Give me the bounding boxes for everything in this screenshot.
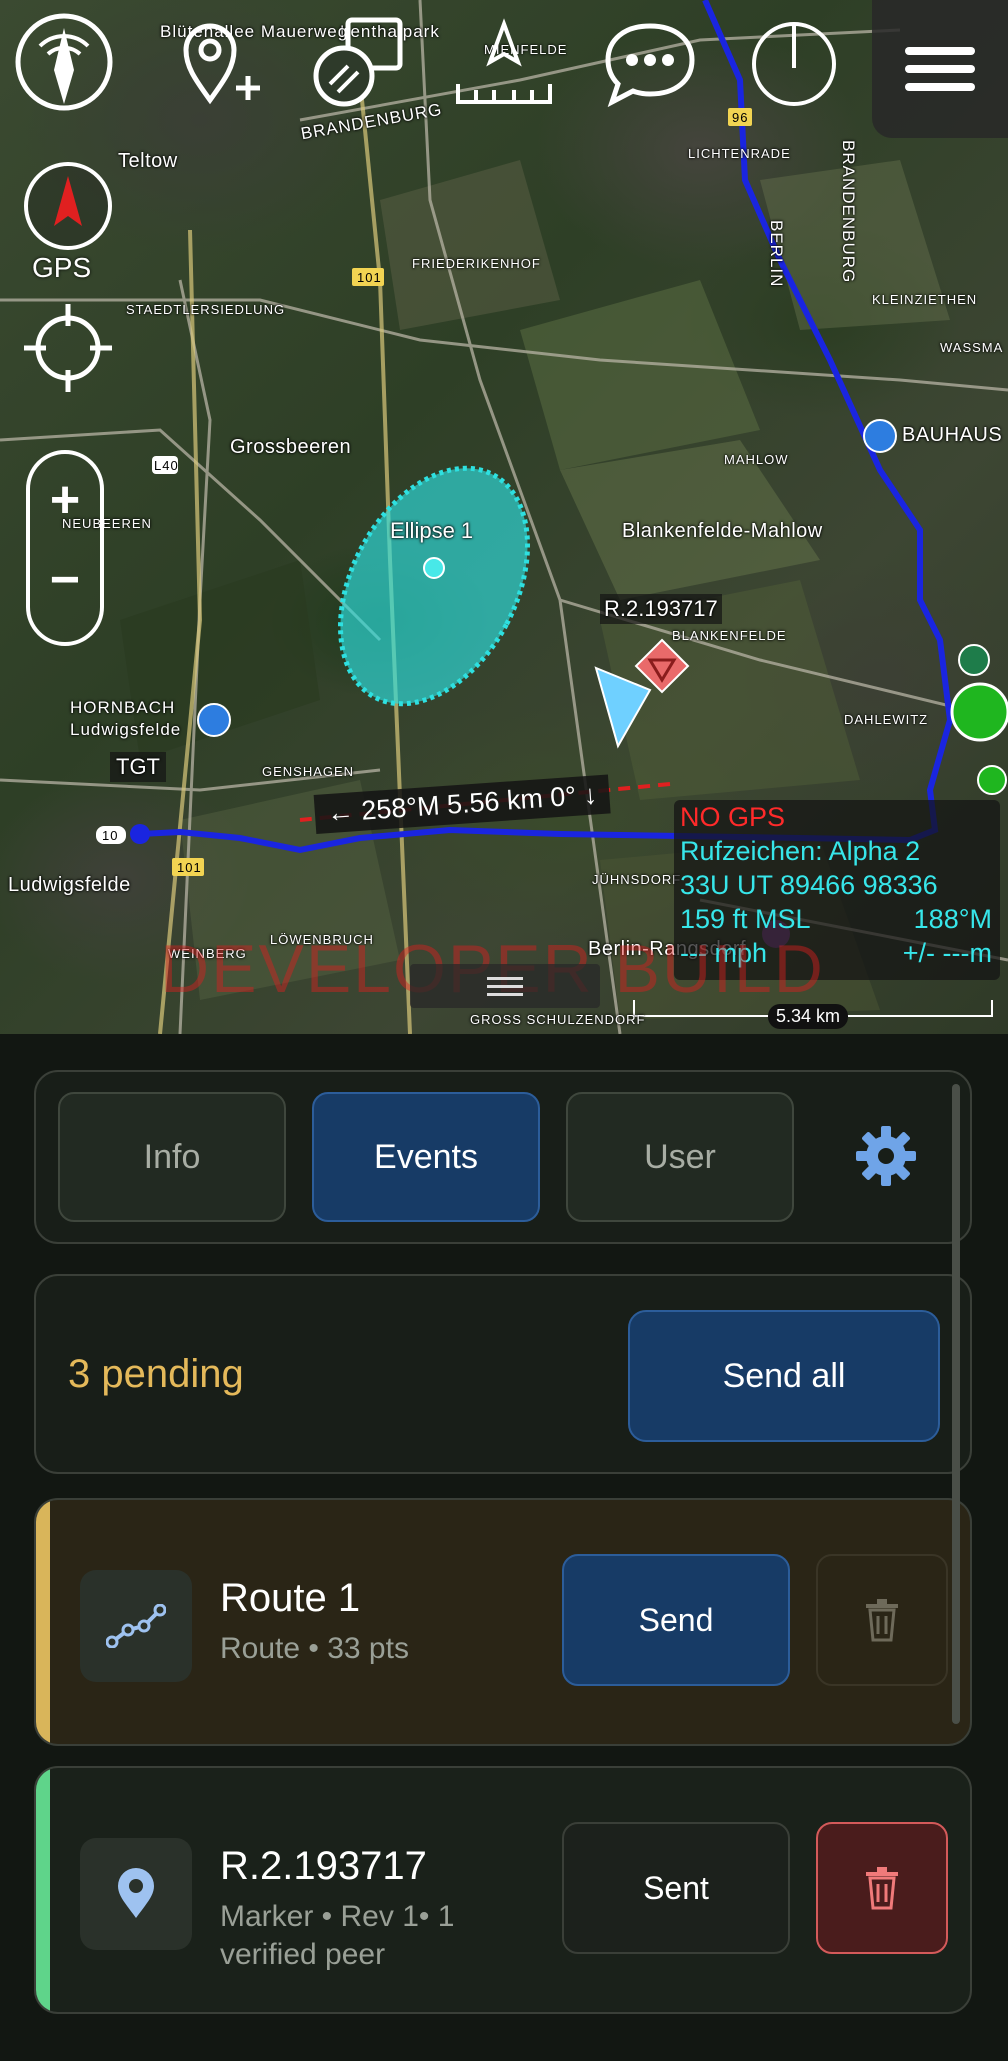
place-label: Teltow bbox=[118, 150, 178, 172]
pending-count: 3 pending bbox=[68, 1352, 244, 1396]
measure-icon bbox=[456, 18, 552, 104]
place-label: BLANKENFELDE bbox=[672, 628, 787, 643]
road-shield-l40: L40 bbox=[154, 458, 179, 473]
place-label: BAUHAUS bbox=[902, 424, 1003, 446]
event-item-route: Route 1 Route • 33 pts Send bbox=[34, 1498, 972, 1746]
place-label: WASSMA bbox=[940, 340, 1004, 355]
chat-icon bbox=[605, 23, 695, 108]
send-all-button[interactable]: Send all bbox=[628, 1310, 940, 1442]
compass-button[interactable] bbox=[12, 10, 116, 114]
place-label: Grossbeeren bbox=[230, 436, 352, 458]
pending-summary: 3 pending Send all bbox=[34, 1274, 972, 1474]
measure-button[interactable] bbox=[452, 10, 556, 114]
north-arrow-button[interactable] bbox=[22, 160, 114, 257]
tab-info[interactable]: Info bbox=[58, 1092, 286, 1222]
place-label: MAHLOW bbox=[724, 452, 789, 467]
route-start-point bbox=[130, 824, 150, 844]
locate-button[interactable] bbox=[22, 302, 114, 399]
place-label: HORNBACH bbox=[70, 698, 176, 717]
map-pin-icon bbox=[118, 1868, 154, 1918]
zoom-out-button[interactable]: − bbox=[30, 554, 100, 606]
add-waypoint-button[interactable] bbox=[164, 10, 268, 114]
status-bar bbox=[36, 1500, 50, 1744]
place-label: DAHLEWITZ bbox=[844, 712, 929, 727]
marker-label[interactable]: R.2.193717 bbox=[600, 594, 722, 624]
delete-button[interactable] bbox=[816, 1554, 948, 1686]
delete-button[interactable] bbox=[816, 1822, 948, 1954]
item-title: R.2.193717 bbox=[220, 1844, 427, 1888]
item-subtitle: Route • 33 pts bbox=[220, 1632, 409, 1665]
route-icon bbox=[106, 1604, 166, 1648]
north-arrow-icon bbox=[24, 162, 112, 250]
place-label: LICHTENRADE bbox=[688, 146, 791, 161]
road-shield-101: 101 bbox=[357, 270, 382, 285]
place-label: BERLIN bbox=[767, 220, 786, 288]
sent-button[interactable]: Sent bbox=[562, 1822, 790, 1954]
trash-icon bbox=[866, 1599, 898, 1642]
event-item-marker: R.2.193717 Marker • Rev 1• 1 verified pe… bbox=[34, 1766, 972, 2014]
grid-coordinates: 33U UT 89466 98336 bbox=[680, 870, 938, 900]
marker-type-icon-box bbox=[80, 1838, 192, 1950]
place-label: FRIEDERIKENHOF bbox=[412, 256, 541, 271]
zoom-control: + − bbox=[26, 450, 104, 646]
gps-label: GPS bbox=[32, 252, 92, 283]
place-label: GROSS SCHULZENDORF bbox=[470, 1012, 646, 1027]
place-label: KLEINZIETHEN bbox=[872, 292, 978, 307]
item-subtitle: Marker • Rev 1• 1 verified peer bbox=[220, 1900, 455, 1971]
place-label: Blankenfelde-Mahlow bbox=[622, 520, 823, 542]
road-shield-10: 10 bbox=[102, 828, 119, 843]
send-button[interactable]: Send bbox=[562, 1554, 790, 1686]
place-label: STAEDTLERSIEDLUNG bbox=[126, 302, 286, 317]
gear-icon bbox=[856, 1126, 916, 1186]
drag-handle-icon bbox=[487, 977, 523, 996]
panel-drag-handle[interactable] bbox=[410, 964, 600, 1008]
map-scale: 5.34 km bbox=[768, 1004, 849, 1029]
place-label: JÜHNSDORF bbox=[592, 872, 682, 887]
hamburger-menu-icon bbox=[905, 47, 975, 91]
zoom-in-button[interactable]: + bbox=[30, 474, 100, 526]
crosshair-icon bbox=[24, 304, 112, 392]
place-label: Ludwigsfelde bbox=[8, 874, 131, 896]
compass-icon bbox=[15, 13, 113, 111]
map-view[interactable]: 101 101 96 10 L40 Teltow BRANDENBURG LIC… bbox=[0, 0, 1008, 1034]
power-icon bbox=[752, 22, 836, 106]
ellipse-label[interactable]: Ellipse 1 bbox=[390, 518, 473, 544]
accuracy: +/- ---m bbox=[902, 938, 992, 968]
target-label[interactable]: TGT bbox=[110, 752, 166, 782]
item-title: Route 1 bbox=[220, 1576, 361, 1620]
gps-status: NO GPS bbox=[680, 802, 786, 832]
place-label: GENSHAGEN bbox=[262, 764, 355, 779]
power-button[interactable] bbox=[742, 10, 846, 114]
scrollbar[interactable] bbox=[952, 1084, 960, 1724]
place-label: Ludwigsfelde bbox=[70, 720, 182, 739]
callsign: Rufzeichen: Alpha 2 bbox=[680, 836, 921, 866]
tab-events[interactable]: Events bbox=[312, 1092, 540, 1222]
tab-bar: Info Events User bbox=[34, 1070, 972, 1244]
settings-button[interactable] bbox=[854, 1124, 918, 1188]
heading: 188°M bbox=[913, 904, 992, 934]
place-label: BRANDENBURG bbox=[839, 140, 858, 284]
layers-button[interactable] bbox=[308, 10, 412, 114]
status-bar bbox=[36, 1768, 50, 2012]
trash-icon bbox=[866, 1867, 898, 1910]
add-waypoint-icon bbox=[183, 23, 260, 105]
layers-icon bbox=[313, 17, 403, 107]
road-shield-101: 101 bbox=[177, 860, 202, 875]
ellipse-shape bbox=[338, 465, 530, 707]
tab-user[interactable]: User bbox=[566, 1092, 794, 1222]
menu-button[interactable] bbox=[872, 0, 1008, 138]
events-panel: Info Events User 3 pending Send all Rout… bbox=[0, 1034, 1008, 2061]
chat-button[interactable] bbox=[598, 10, 702, 114]
route-type-icon-box bbox=[80, 1570, 192, 1682]
